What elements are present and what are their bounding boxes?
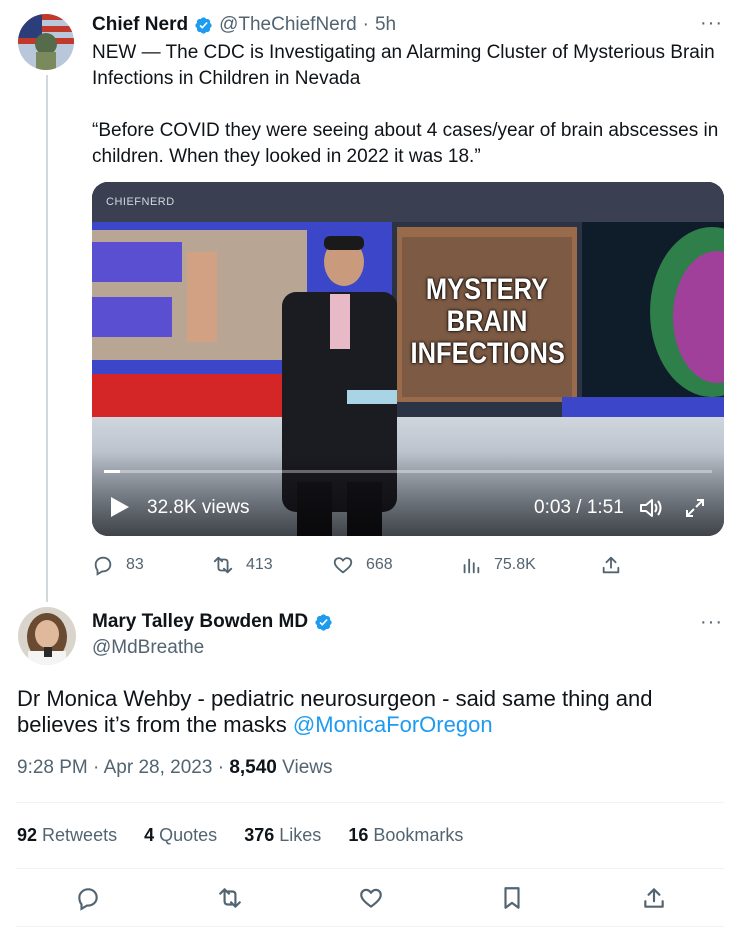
- avatar[interactable]: [18, 14, 74, 70]
- main-tweet-author: Mary Talley Bowden MD: [92, 611, 333, 633]
- reply-button[interactable]: 83: [92, 554, 144, 576]
- tweet-date[interactable]: Apr 28, 2023: [104, 757, 213, 778]
- more-options-icon[interactable]: ···: [700, 12, 723, 35]
- video-timestamp: 0:03 / 1:51: [534, 497, 624, 518]
- more-options-icon[interactable]: ···: [700, 611, 723, 634]
- video-progress-track[interactable]: [104, 470, 712, 473]
- video-headline: MYSTERY BRAIN INFECTIONS: [410, 273, 565, 370]
- view-count: 8,540: [229, 757, 277, 778]
- retweet-button[interactable]: [217, 885, 243, 916]
- video-progress-fill: [104, 470, 121, 473]
- divider: [16, 926, 724, 927]
- play-icon[interactable]: [110, 496, 130, 523]
- headline-line: BRAIN: [446, 305, 528, 338]
- tweet-paragraph: “Before COVID they were seeing about 4 c…: [92, 120, 719, 167]
- share-button[interactable]: [600, 554, 622, 576]
- analytics-icon: [463, 558, 480, 574]
- tweet-time[interactable]: 5h: [375, 14, 396, 36]
- retweet-icon: [213, 556, 233, 574]
- tweet-metadata: 9:28 PM · Apr 28, 2023 · 8,540 Views: [17, 757, 333, 778]
- heart-icon: [333, 557, 353, 574]
- video-view-count: 32.8K views: [147, 497, 250, 518]
- reply-icon: [94, 556, 112, 576]
- bookmark-button[interactable]: [499, 885, 525, 916]
- like-count: 668: [366, 556, 393, 573]
- author-handle[interactable]: @TheChiefNerd: [219, 14, 357, 36]
- video-frame: [92, 182, 724, 536]
- view-count: 75.8K: [494, 556, 536, 573]
- divider: [16, 802, 724, 803]
- retweet-count: 413: [246, 556, 273, 573]
- tweet-paragraph: NEW — The CDC is Investigating an Alarmi…: [92, 42, 715, 89]
- avatar[interactable]: [18, 607, 76, 665]
- like-button[interactable]: [358, 885, 384, 916]
- volume-icon[interactable]: [638, 496, 664, 525]
- video-player[interactable]: CHIEFNERD MYSTERY BRAIN INFECTIONS 32.8K…: [92, 182, 724, 536]
- reply-icon: [78, 888, 98, 911]
- verified-badge-icon: [314, 613, 333, 632]
- views-button[interactable]: 75.8K: [460, 554, 536, 576]
- author-name[interactable]: Mary Talley Bowden MD: [92, 611, 308, 633]
- share-icon: [602, 556, 620, 574]
- retweets-stat[interactable]: 92 Retweets: [17, 825, 117, 845]
- quoted-tweet-header: Chief Nerd @TheChiefNerd · 5h: [92, 14, 396, 36]
- verified-badge-icon: [194, 16, 213, 35]
- share-icon: [644, 888, 664, 908]
- share-button[interactable]: [641, 885, 667, 916]
- reply-count: 83: [126, 556, 144, 573]
- author-handle[interactable]: @MdBreathe: [92, 637, 204, 659]
- tweet-time[interactable]: 9:28 PM: [17, 757, 88, 778]
- quotes-stat[interactable]: 4 Quotes: [144, 825, 217, 845]
- headline-line: INFECTIONS: [410, 337, 565, 370]
- views-label: Views: [282, 757, 333, 778]
- bookmark-icon: [504, 887, 520, 909]
- like-button[interactable]: 668: [332, 554, 393, 576]
- headline-line: MYSTERY: [425, 273, 549, 306]
- divider: [16, 868, 724, 869]
- video-watermark: CHIEFNERD: [106, 196, 175, 208]
- retweet-icon: [219, 888, 241, 908]
- separator-dot: ·: [362, 14, 369, 35]
- fullscreen-icon[interactable]: [684, 497, 706, 524]
- reply-button[interactable]: [75, 885, 101, 916]
- author-name[interactable]: Chief Nerd: [92, 14, 188, 36]
- retweet-button[interactable]: 413: [212, 554, 273, 576]
- heart-icon: [360, 888, 382, 908]
- mention-link[interactable]: @MonicaForOregon: [293, 712, 493, 737]
- quoted-tweet-text: NEW — The CDC is Investigating an Alarmi…: [92, 40, 724, 170]
- thread-connector-line: [46, 75, 48, 602]
- bookmarks-stat[interactable]: 16 Bookmarks: [348, 825, 463, 845]
- likes-stat[interactable]: 376 Likes: [244, 825, 321, 845]
- engagement-stats: 92 Retweets 4 Quotes 376 Likes 16 Bookma…: [17, 825, 463, 846]
- main-tweet-text: Dr Monica Wehby - pediatric neurosurgeon…: [17, 686, 717, 738]
